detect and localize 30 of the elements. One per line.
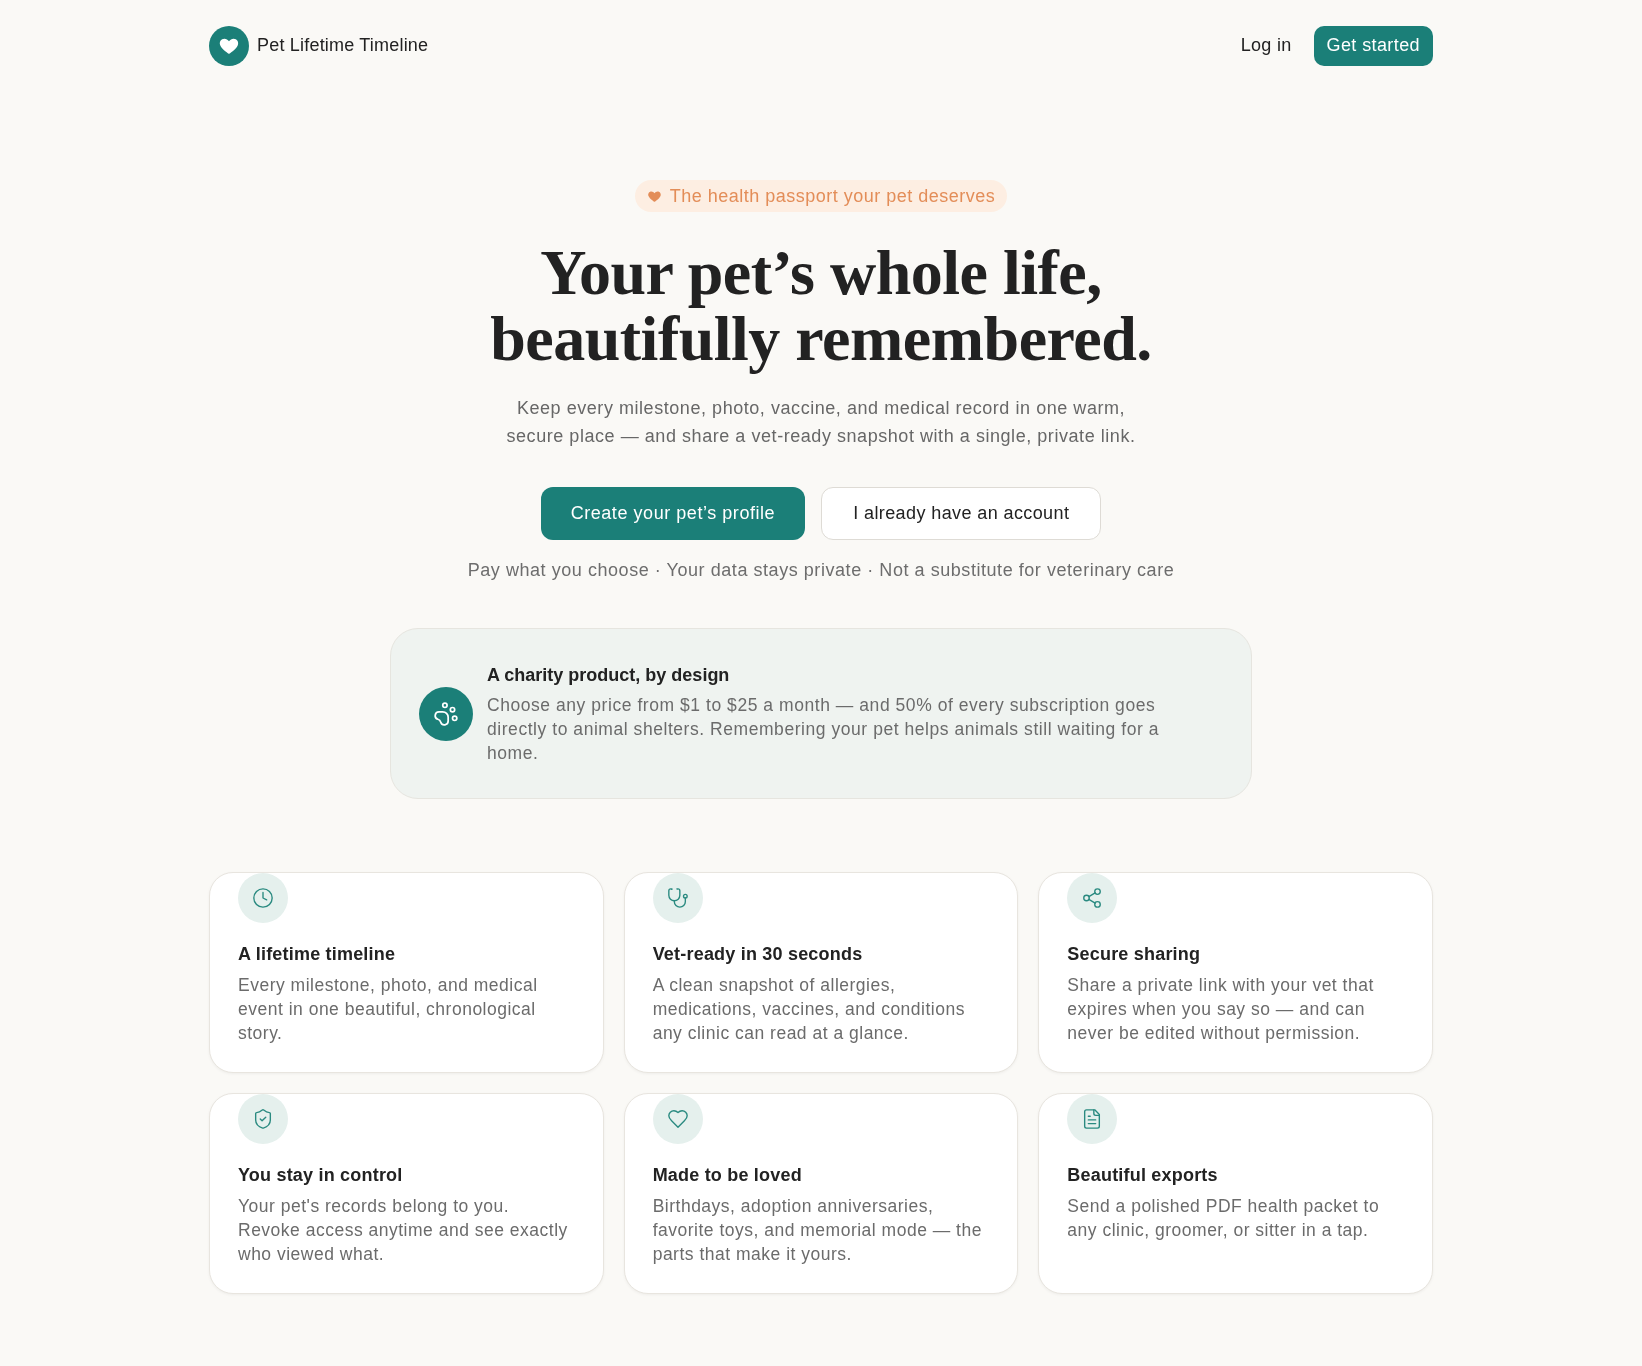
hero-footnote: Pay what you choose · Your data stays private · Not a substitute for veterinary care — [467, 559, 1175, 582]
feature-description: Send a polished PDF health packet to any clinic, groomer, or sitter in a tap. — [1067, 1195, 1381, 1242]
feature-title: Made to be loved — [652, 1164, 803, 1187]
paw-icon — [419, 686, 473, 741]
feature-description: A clean snapshot of allergies, medications, vaccines, and conditions any clinic can read at a glance. — [652, 974, 966, 1045]
hero-subtitle: Keep every milestone, photo, vaccine, and medical record in one warm, secure place — and share a vet-ready snapshot with a single, private link. — [505, 397, 1137, 448]
feature-title: Vet-ready in 30 seconds — [652, 943, 864, 966]
hero-heading: Your pet’s whole life, beautifully remembered. — [490, 240, 1152, 372]
create-profile-button[interactable]: Create your pet’s profile — [540, 487, 806, 540]
sign-in-button[interactable]: I already have an account — [821, 487, 1102, 540]
feature-description: Share a private link with your vet that expires when you say so — and can never be edited without permission. — [1067, 974, 1375, 1045]
share-icon — [1067, 873, 1118, 923]
feature-description: Birthdays, adoption anniversaries, favorite toys, and memorial mode — the parts that make it yours. — [652, 1195, 983, 1266]
clock-icon — [238, 873, 288, 923]
heart-logo-icon — [209, 25, 249, 66]
get-started-button[interactable]: Get started — [1313, 25, 1433, 66]
feature-title: You stay in control — [238, 1164, 404, 1187]
charity-title: A charity product, by design — [487, 663, 731, 687]
feature-title: Secure sharing — [1067, 943, 1202, 966]
brand-name: Pet Lifetime Timeline — [257, 34, 429, 57]
feature-description: Every milestone, photo, and medical event in one beautiful, chronological story. — [238, 974, 539, 1045]
feature-description: Your pet's records belong to you. Revoke access anytime and see exactly who viewed what. — [238, 1195, 569, 1266]
document-icon — [1067, 1094, 1118, 1144]
stethoscope-icon — [652, 873, 703, 923]
feature-title: A lifetime timeline — [238, 943, 397, 966]
tagline-text: The health passport your pet deserves — [669, 184, 996, 208]
login-link[interactable]: Log in — [1234, 24, 1298, 67]
charity-text: Choose any price from $1 to $25 a month — and 50% of every subscription goes directly to animal shelters. Remembering your pet helps animals still waiting for a home. — [487, 693, 1161, 765]
shield-check-icon — [238, 1094, 288, 1144]
feature-title: Beautiful exports — [1067, 1164, 1219, 1187]
